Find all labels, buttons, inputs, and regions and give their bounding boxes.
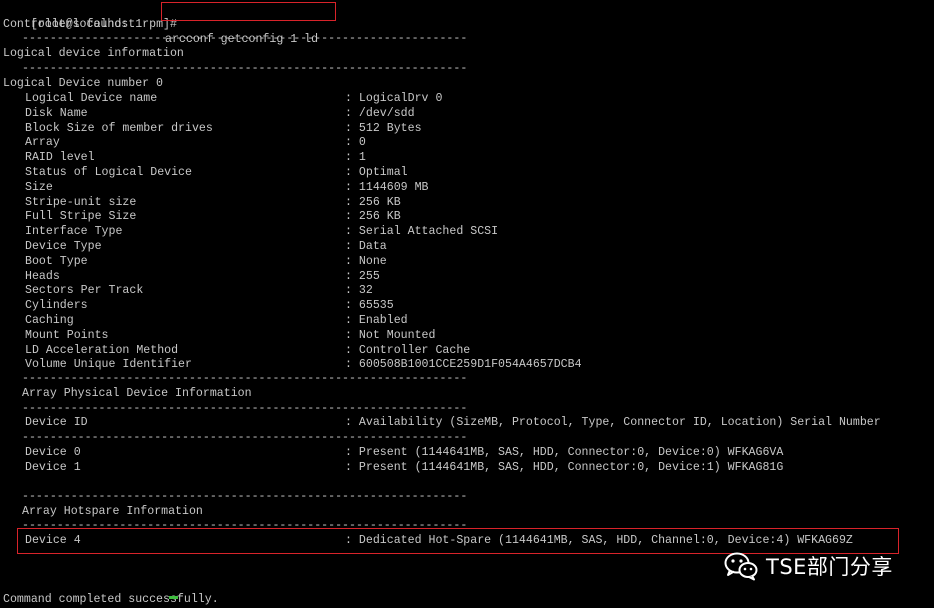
property-label: Logical Device name <box>25 92 158 105</box>
hotspare-label: Device 4 <box>25 534 81 547</box>
wechat-icon <box>724 552 758 581</box>
property-label: Size <box>25 180 53 194</box>
property-label: Caching <box>25 314 74 327</box>
property-value: : 1 <box>345 151 366 165</box>
property-label: LD Acceleration Method <box>25 343 179 357</box>
property-label: Mount Points <box>25 328 109 342</box>
device-header-label: Device ID <box>25 416 88 429</box>
property-value: : 1144609 MB <box>345 180 429 194</box>
property-value: : Serial Attached SCSI <box>345 225 499 239</box>
property-value: : /dev/sdd <box>345 106 415 120</box>
property-value: : 512 Bytes <box>345 121 422 135</box>
terminal-cursor <box>169 596 178 599</box>
divider: ----------------------------------------… <box>22 490 468 503</box>
divider: ----------------------------------------… <box>22 402 468 415</box>
property-label: Block Size of member drives <box>25 121 213 135</box>
property-label: Status of Logical Device <box>25 166 192 179</box>
property-label: Array <box>25 136 60 150</box>
property-value: : 255 <box>345 269 380 283</box>
watermark: TSE部门分享 <box>724 548 893 584</box>
property-label: Cylinders <box>25 299 88 313</box>
property-value: : 32 <box>345 284 373 298</box>
property-label: Stripe-unit size <box>25 195 137 209</box>
device-label: Device 1 <box>25 461 81 474</box>
divider: ----------------------------------------… <box>22 32 468 45</box>
prompt-line: [root@localhost rpm]# arcconf getconfig … <box>3 3 318 46</box>
device-header-value: : Availability (SizeMB, Protocol, Type, … <box>345 416 881 429</box>
property-label: Heads <box>25 269 60 283</box>
divider: ----------------------------------------… <box>22 62 468 75</box>
device-value: : Present (1144641MB, SAS, HDD, Connecto… <box>345 461 784 474</box>
property-label: Device Type <box>25 240 102 253</box>
property-label: RAID level <box>25 151 95 165</box>
divider: ----------------------------------------… <box>22 519 468 532</box>
property-value: : 65535 <box>345 299 394 313</box>
completion-message: Command completed successfully. <box>3 593 219 606</box>
divider: ----------------------------------------… <box>22 431 468 444</box>
property-value: : Data <box>345 240 387 253</box>
device-label: Device 0 <box>25 446 81 459</box>
property-value: : 256 KB <box>345 195 401 209</box>
property-label: Disk Name <box>25 106 88 120</box>
watermark-text: TSE部门分享 <box>766 555 893 579</box>
command-highlight-box <box>161 2 336 21</box>
property-label: Volume Unique Identifier <box>25 358 192 372</box>
property-label: Interface Type <box>25 225 123 239</box>
controllers-found: Controllers found: 1 <box>3 18 143 31</box>
property-value: : 600508B1001CCE259D1F054A4657DCB4 <box>345 358 582 372</box>
hotspare-value: : Dedicated Hot-Spare (1144641MB, SAS, H… <box>345 534 853 547</box>
property-label: Full Stripe Size <box>25 210 137 224</box>
property-value: : Controller Cache <box>345 343 471 357</box>
section-title: Logical device information <box>3 47 184 60</box>
device-value: : Present (1144641MB, SAS, HDD, Connecto… <box>345 446 784 459</box>
property-label: Sectors Per Track <box>25 284 144 298</box>
logical-device-number: Logical Device number 0 <box>3 77 164 90</box>
property-value: : LogicalDrv 0 <box>345 92 443 105</box>
physical-device-title: Array Physical Device Information <box>22 387 252 400</box>
hotspare-title: Array Hotspare Information <box>22 505 203 518</box>
property-value: : Not Mounted <box>345 328 436 342</box>
divider: ----------------------------------------… <box>22 372 468 385</box>
property-value: : Enabled <box>345 314 408 327</box>
property-value: : 0 <box>345 136 366 150</box>
property-value: : None <box>345 254 387 268</box>
property-value: : Optimal <box>345 166 408 179</box>
property-label: Boot Type <box>25 254 88 268</box>
terminal-window[interactable]: [root@localhost rpm]# arcconf getconfig … <box>0 0 934 608</box>
property-value: : 256 KB <box>345 210 401 224</box>
